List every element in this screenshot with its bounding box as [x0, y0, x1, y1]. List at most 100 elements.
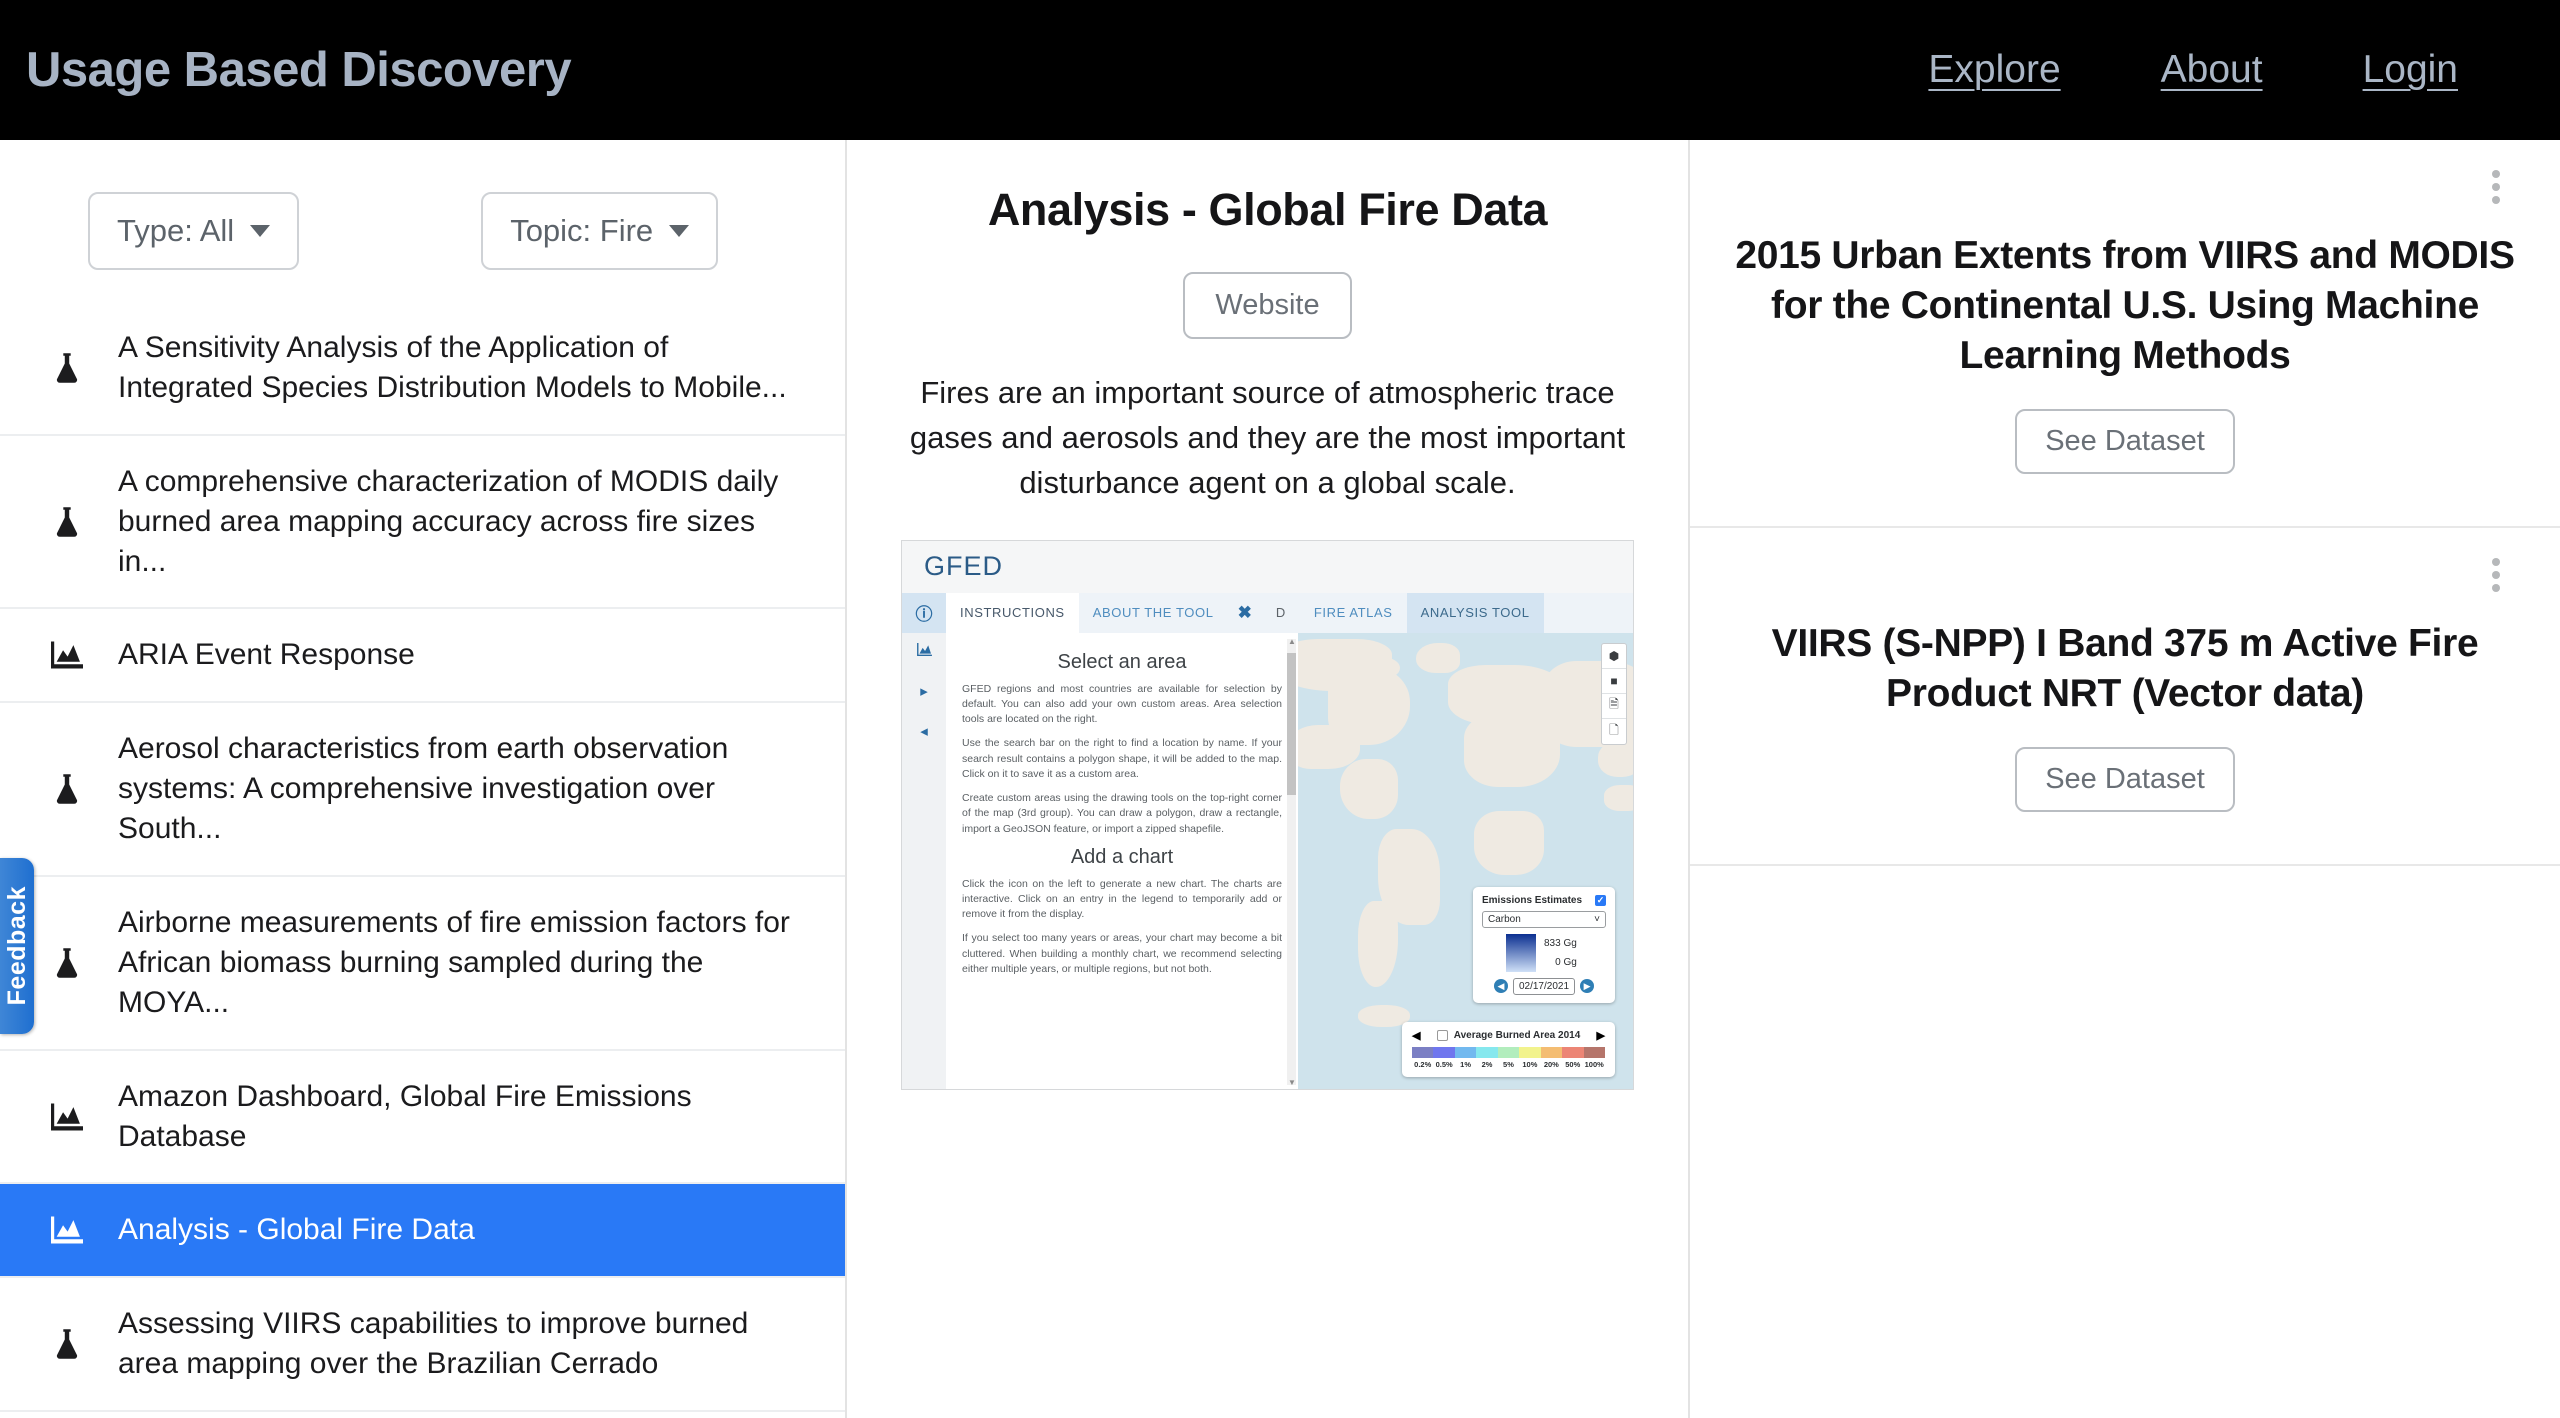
burned-area-tick-label: 20%: [1543, 1059, 1559, 1069]
preview-body: ▸ ◂ Select an area GFED regions and most…: [902, 632, 1633, 1089]
shapefile-import-icon[interactable]: 🗋: [1602, 719, 1626, 744]
burned-area-title: Average Burned Area 2014: [1453, 1029, 1581, 1041]
result-row[interactable]: A comprehensive characterization of MODI…: [0, 433, 845, 608]
see-dataset-button[interactable]: See Dataset: [2015, 408, 2235, 474]
caret-left-icon[interactable]: ◂: [920, 722, 928, 740]
burned-area-color-swatch: [1540, 1046, 1563, 1058]
burned-area-color-swatch: [1454, 1046, 1477, 1058]
preview-paragraph: Use the search bar on the right to find …: [962, 737, 1282, 780]
topic-filter-dropdown[interactable]: Topic: Fire: [481, 192, 719, 270]
preview-image-wrapper[interactable]: GFED ⓘ INSTRUCTIONS ABOUT THE TOOL ✖ D F…: [901, 539, 1634, 1090]
scroll-up-icon[interactable]: ▲: [1288, 637, 1296, 646]
burned-area-checkbox[interactable]: [1436, 1029, 1448, 1041]
result-row[interactable]: Amazon Dashboard, Global Fire Emissions …: [0, 1048, 845, 1183]
type-filter-dropdown[interactable]: Type: All: [88, 192, 300, 270]
dataset-title: 2015 Urban Extents from VIIRS and MODIS …: [1735, 234, 2515, 377]
preview-tab-fire-atlas[interactable]: FIRE ATLAS: [1300, 593, 1407, 633]
flask-icon: [46, 352, 88, 384]
result-row[interactable]: ARIA Event Response: [0, 607, 845, 701]
emissions-variable-value: Carbon: [1488, 913, 1521, 925]
detail-column: Analysis - Global Fire Data Website Fire…: [845, 140, 1690, 1418]
preview-paragraph: Click the icon on the left to generate a…: [962, 877, 1282, 921]
burned-area-ticks: 0.2% 0.5% 1% 2% 5% 10% 20% 50% 100%: [1412, 1060, 1605, 1069]
scrollbar-thumb[interactable]: [1287, 652, 1296, 795]
result-row-selected[interactable]: Analysis - Global Fire Data: [0, 1182, 845, 1277]
burned-area-tick-label: 50%: [1565, 1059, 1581, 1069]
see-dataset-button[interactable]: See Dataset: [2015, 746, 2235, 812]
burned-area-tick-label: 1%: [1460, 1059, 1472, 1069]
gfed-logo: GFED: [924, 551, 1004, 582]
flask-icon: [46, 947, 88, 979]
preview-tab-about-the-tool[interactable]: ABOUT THE TOOL: [1079, 593, 1228, 633]
chart-icon: [46, 641, 88, 669]
result-title: Aerosol characteristics from earth obser…: [118, 732, 729, 846]
burned-area-color-swatch: [1412, 1046, 1434, 1058]
triangle-left-icon[interactable]: ◀: [1412, 1029, 1420, 1042]
filter-bar: Type: All Topic: Fire: [0, 140, 845, 270]
result-title: Airborne measurements of fire emission f…: [118, 906, 790, 1019]
emissions-max-label: 833 Gg: [1544, 937, 1577, 949]
burned-area-color-swatch: [1519, 1046, 1541, 1058]
emissions-legend-title-row: Emissions Estimates ✓: [1482, 894, 1606, 906]
website-button[interactable]: Website: [1183, 272, 1352, 339]
burned-area-color-swatch: [1497, 1046, 1520, 1058]
burned-area-tick-label: 0.2%: [1414, 1059, 1432, 1069]
caret-left-icon[interactable]: ◀: [1493, 979, 1508, 994]
dataset-card: VIIRS (S-NPP) I Band 375 m Active Fire P…: [1690, 528, 2560, 866]
burned-area-tick-label: 5%: [1503, 1059, 1514, 1069]
emissions-gradient-row: 833 Gg 0 Gg: [1482, 933, 1606, 972]
caret-right-icon[interactable]: ▶: [1580, 979, 1595, 994]
chevron-down-icon: [669, 225, 690, 237]
emissions-legend-title: Emissions Estimates: [1482, 894, 1583, 906]
feedback-tab[interactable]: Feedback: [0, 858, 34, 1034]
result-row[interactable]: A Sensitivity Analysis of the Applicatio…: [0, 302, 845, 434]
gfed-tool-screenshot: GFED ⓘ INSTRUCTIONS ABOUT THE TOOL ✖ D F…: [901, 539, 1634, 1090]
topic-filter-label: Topic: Fire: [510, 213, 654, 248]
result-row[interactable]: Assessment of VIIRS 375 m active fire us…: [0, 1410, 845, 1418]
burned-area-tick-label: 100%: [1584, 1059, 1604, 1069]
emissions-checkbox[interactable]: ✓: [1595, 894, 1606, 906]
preview-tab-instructions[interactable]: INSTRUCTIONS: [946, 592, 1079, 633]
burned-area-color-swatch: [1583, 1046, 1605, 1058]
type-filter-label: Type: All: [117, 213, 235, 248]
burned-area-color-swatch: [1562, 1046, 1584, 1058]
nav-link-login[interactable]: Login: [2363, 48, 2458, 92]
app-brand-title: Usage Based Discovery: [26, 43, 572, 97]
triangle-right-icon[interactable]: ▶: [1597, 1029, 1605, 1042]
top-navbar: Usage Based Discovery Explore About Logi…: [0, 0, 2560, 140]
result-row[interactable]: Aerosol characteristics from earth obser…: [0, 701, 845, 875]
chart-icon[interactable]: [916, 642, 932, 660]
polygon-icon[interactable]: ⬢: [1602, 644, 1626, 669]
emissions-date-row: ◀ 02/17/2021 ▶: [1482, 977, 1606, 995]
page-body: Feedback Type: All Topic: Fire A Sensiti…: [0, 140, 2560, 1418]
preview-heading-add-chart: Add a chart: [1070, 845, 1174, 868]
nav-link-about[interactable]: About: [2161, 48, 2263, 92]
preview-world-map[interactable]: ⬢ ■ 🗎 🗋 Emissions Estimates ✓ Carbon ˅ 8…: [1298, 632, 1633, 1089]
result-title: Amazon Dashboard, Global Fire Emissions …: [118, 1079, 692, 1153]
preview-tab-truncated[interactable]: D: [1262, 593, 1300, 633]
emissions-variable-select[interactable]: Carbon ˅: [1482, 910, 1606, 928]
rectangle-icon[interactable]: ■: [1602, 669, 1626, 694]
burned-area-colorbar: [1412, 1046, 1605, 1058]
burned-area-tick-label: 2%: [1481, 1059, 1493, 1069]
close-icon[interactable]: ✖: [1228, 593, 1262, 633]
scroll-down-icon[interactable]: ▼: [1288, 1078, 1296, 1087]
dataset-title: VIIRS (S-NPP) I Band 375 m Active Fire P…: [1771, 621, 2479, 715]
detail-panel: Analysis - Global Fire Data Website Fire…: [847, 140, 1688, 1090]
kebab-menu-icon[interactable]: [1734, 170, 2516, 209]
feedback-tab-label: Feedback: [2, 886, 31, 1006]
chart-icon: [46, 1103, 88, 1131]
preview-instructions-pane: Select an area GFED regions and most cou…: [946, 632, 1298, 1089]
result-row[interactable]: Airborne measurements of fire emission f…: [0, 875, 845, 1049]
nav-link-explore[interactable]: Explore: [1928, 48, 2060, 92]
result-row[interactable]: Assessing VIIRS capabilities to improve …: [0, 1276, 845, 1410]
geojson-import-icon[interactable]: 🗎: [1602, 694, 1626, 719]
caret-right-icon[interactable]: ▸: [920, 682, 928, 700]
emissions-date-value[interactable]: 02/17/2021: [1512, 977, 1576, 995]
preview-paragraph: Create custom areas using the drawing to…: [962, 792, 1282, 835]
kebab-menu-icon[interactable]: [1734, 557, 2516, 597]
preview-tab-analysis-tool[interactable]: ANALYSIS TOOL: [1406, 592, 1544, 633]
dataset-card: 2015 Urban Extents from VIIRS and MODIS …: [1690, 140, 2560, 528]
result-title: Analysis - Global Fire Data: [118, 1213, 475, 1247]
preview-scrollbar[interactable]: ▲ ▼: [1287, 637, 1296, 1087]
